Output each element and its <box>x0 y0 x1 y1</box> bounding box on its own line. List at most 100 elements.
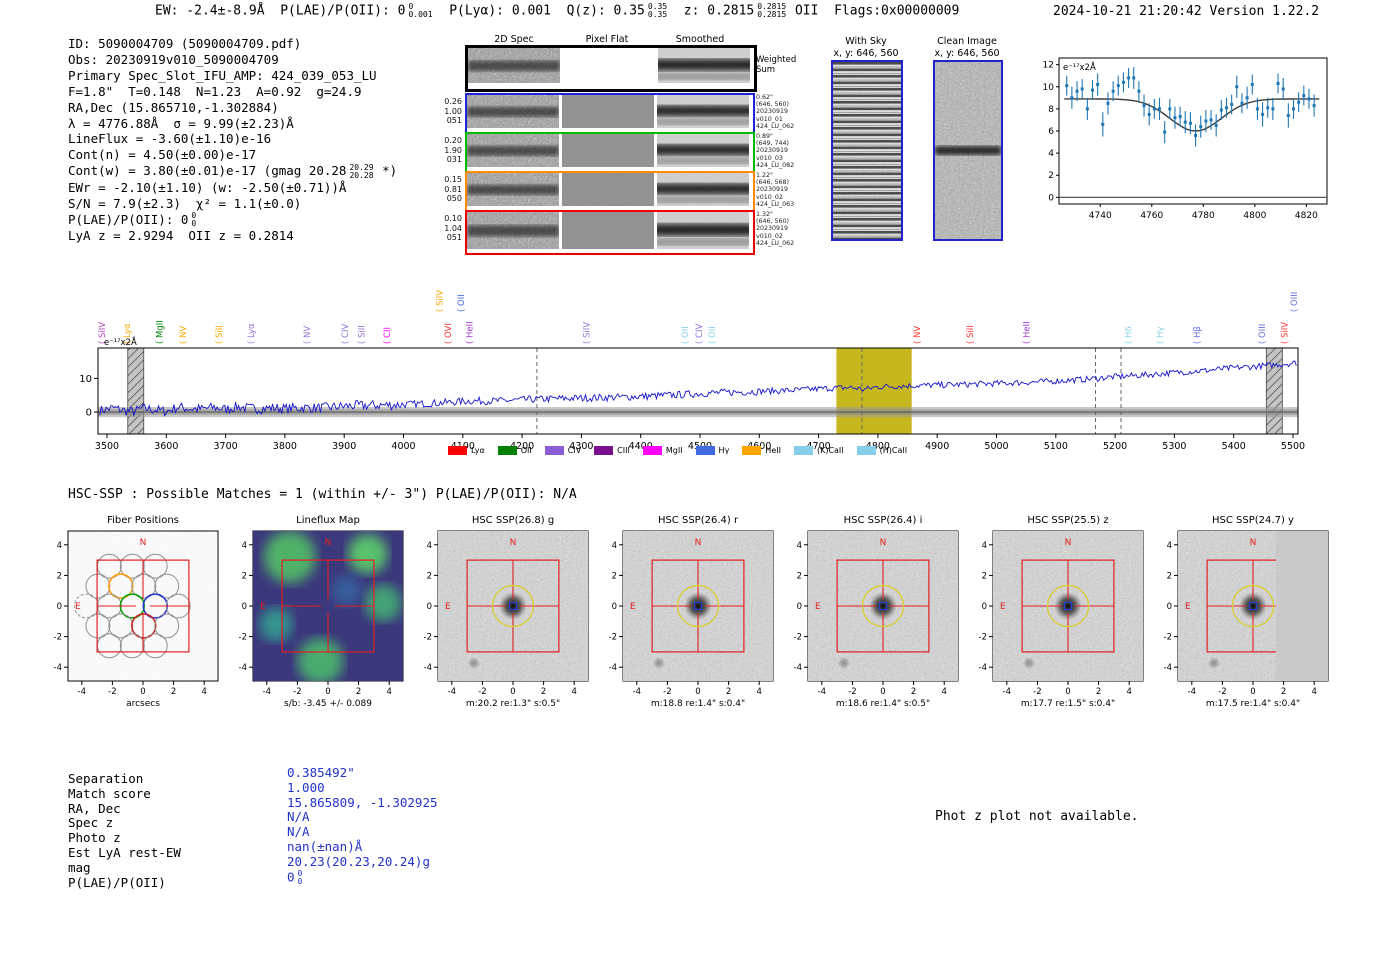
svg-text:4: 4 <box>941 687 946 697</box>
row-weight-label: 0.10 1.04 051 <box>444 214 462 242</box>
row-fiber-label: 0.62" (646, 560) 20230919 v010_01 424_LU_062 <box>756 94 795 130</box>
spectral-line-label: ( OVI <box>444 323 454 344</box>
svg-text:-2: -2 <box>108 687 116 697</box>
svg-text:6: 6 <box>1048 127 1054 137</box>
text-part: P(Lyα): 0.001 Q(z): 0.35 <box>433 3 645 19</box>
text-part: Obs: 20230919v010_5090004709 <box>68 51 279 67</box>
svg-text:3800: 3800 <box>273 441 297 452</box>
svg-text:12: 12 <box>1043 61 1054 71</box>
spectrum-legend: Lyα OII CIV CIII MgII Hγ HeII (K)CaII (H)CaII <box>448 446 907 455</box>
spectral-line-label: ( Lyα <box>247 323 257 344</box>
legend-swatch <box>742 446 762 455</box>
spectral-line-label: ( NV <box>913 326 923 344</box>
svg-text:-4: -4 <box>794 663 802 673</box>
row-fiber-label: 1.22" (646, 568) 20230919 v010_02 424_LU_063 <box>756 172 795 208</box>
svg-text:5200: 5200 <box>1103 441 1127 452</box>
match-label: Est LyA rest-EW <box>68 844 181 860</box>
svg-text:4: 4 <box>427 541 432 551</box>
svg-text:2: 2 <box>982 571 987 581</box>
match-value: 15.865809, -1.302925 <box>287 794 438 810</box>
cutout-xlabel: s/b: -3.45 +/- 0.089 <box>284 699 372 709</box>
match-value: N/A <box>287 809 310 825</box>
spectral-line-label: ( OII <box>457 294 467 312</box>
svg-text:-4: -4 <box>448 687 456 697</box>
stacked-value: 00 <box>191 211 197 229</box>
legend-swatch <box>448 446 467 455</box>
svg-text:-2: -2 <box>1033 687 1041 697</box>
spectral-line-label: ( Hδ <box>1125 326 1135 344</box>
svg-text:5100: 5100 <box>1044 441 1068 452</box>
line-fit-inset-chart: 0 2 4 6 8 10 12 4740 4760 4780 4800 4820 e⁻¹⁷x2Å <box>1043 57 1328 221</box>
info-line: EWr = -2.10(±1.10) (w: -2.50(±0.71))Å <box>68 180 397 196</box>
svg-text:4: 4 <box>57 541 62 551</box>
svg-text:e⁻¹⁷x2Å: e⁻¹⁷x2Å <box>1063 61 1096 73</box>
match-label: Spec z <box>68 815 114 831</box>
svg-text:0: 0 <box>427 602 432 612</box>
svg-text:2: 2 <box>1167 571 1172 581</box>
text-part: Cont(w) = 3.80(±0.01)e-17 (gmag 20.28 <box>68 163 347 179</box>
spectral-line-label: ( OII <box>681 326 691 344</box>
text-part: EW: -2.4±-8.9Å P(LAE)/P(OII): 0 <box>155 3 406 19</box>
svg-text:HSC SSP(24.7) y: HSC SSP(24.7) y <box>1212 515 1294 526</box>
compass-north-label: N <box>325 538 332 548</box>
svg-text:4: 4 <box>571 687 576 697</box>
spectral-line-label: ( NV <box>179 326 189 344</box>
svg-text:10: 10 <box>79 374 92 385</box>
summary-header: EW: -2.4±-8.9Å P(LAE)/P(OII): 0 0 0.001 P(… <box>155 3 959 19</box>
info-line: λ = 4776.88Å σ = 9.99(±2.23)Å <box>68 116 397 132</box>
flat-image <box>562 173 654 206</box>
svg-text:-4: -4 <box>979 663 987 673</box>
svg-text:4900: 4900 <box>925 441 949 452</box>
info-line: S/N = 7.9(±2.3) χ² = 1.1(±0.0) <box>68 196 397 212</box>
svg-text:4740: 4740 <box>1089 211 1112 221</box>
svg-text:3700: 3700 <box>214 441 238 452</box>
svg-text:2: 2 <box>1048 171 1054 181</box>
info-line: Obs: 20230919v010_5090004709 <box>68 52 397 68</box>
with-sky-image <box>831 60 903 241</box>
svg-text:0: 0 <box>57 602 62 612</box>
svg-text:0: 0 <box>325 687 330 697</box>
cutout-panel-hsc-4: HSC SSP(26.4) i N E 4 2 0 -2 -4 -4 -2 0 2 4 m:18.6 re… <box>794 515 959 709</box>
flat-image <box>562 95 654 128</box>
svg-text:-4: -4 <box>239 663 247 673</box>
montage-col-title-pixelflat: Pixel Flat <box>585 34 629 45</box>
compass-north-label: N <box>695 538 702 548</box>
cutout-xlabel: m:18.6 re:1.4" s:0.5" <box>836 699 930 709</box>
row-fiber-label: 0.89" (649, 744) 20230919 v010_03 424_LU_082 <box>756 133 795 169</box>
match-table-labels: Separation Match score RA, Dec Spec z Photo … <box>68 771 181 890</box>
spec2d-image <box>467 212 559 249</box>
svg-text:4000: 4000 <box>391 441 415 452</box>
svg-text:10: 10 <box>1043 83 1055 93</box>
spec2d-row <box>465 171 755 212</box>
spectral-line-label: ( NV <box>303 326 313 344</box>
spec2d-row <box>465 45 757 92</box>
svg-text:-2: -2 <box>54 633 62 643</box>
text-part: RA,Dec (15.865710,-1.302884) <box>68 99 279 115</box>
legend-swatch <box>544 446 564 455</box>
cutout-panel-hsc-6: HSC SSP(24.7) y N E 4 2 0 -2 -4 -4 -2 0 2 4 m:17.5 re… <box>1164 515 1329 709</box>
svg-text:0: 0 <box>1167 602 1172 612</box>
svg-text:-2: -2 <box>424 633 432 643</box>
svg-text:-2: -2 <box>609 633 617 643</box>
legend-swatch <box>793 446 813 455</box>
weighted-sum-label: Weighted Sum <box>756 55 797 75</box>
svg-text:4: 4 <box>982 541 987 551</box>
stacked-value: 0.35 0.35 <box>647 2 668 19</box>
text-part: ID: 5090004709 (5090004709.pdf) <box>68 36 302 51</box>
compass-east-label: E <box>1000 602 1006 612</box>
compass-east-label: E <box>630 602 636 612</box>
svg-text:0: 0 <box>510 687 515 697</box>
spec2d-image <box>467 95 559 128</box>
svg-text:-4: -4 <box>1188 687 1196 697</box>
text-part: LyA z = 2.9294 OII z = 0.2814 <box>68 228 294 244</box>
legend-swatch <box>497 446 517 455</box>
svg-text:5500: 5500 <box>1281 441 1305 452</box>
info-line: Cont(w) = 3.80(±0.01)e-17 (gmag 20.28 20.… <box>68 163 397 180</box>
smooth-image <box>657 134 749 167</box>
svg-text:4: 4 <box>1167 541 1172 551</box>
svg-text:4800: 4800 <box>1243 211 1266 221</box>
svg-text:HSC SSP(26.4) r: HSC SSP(26.4) r <box>658 515 739 526</box>
smooth-image <box>657 212 749 249</box>
svg-text:2: 2 <box>797 571 802 581</box>
flatwhite-image <box>563 48 655 83</box>
